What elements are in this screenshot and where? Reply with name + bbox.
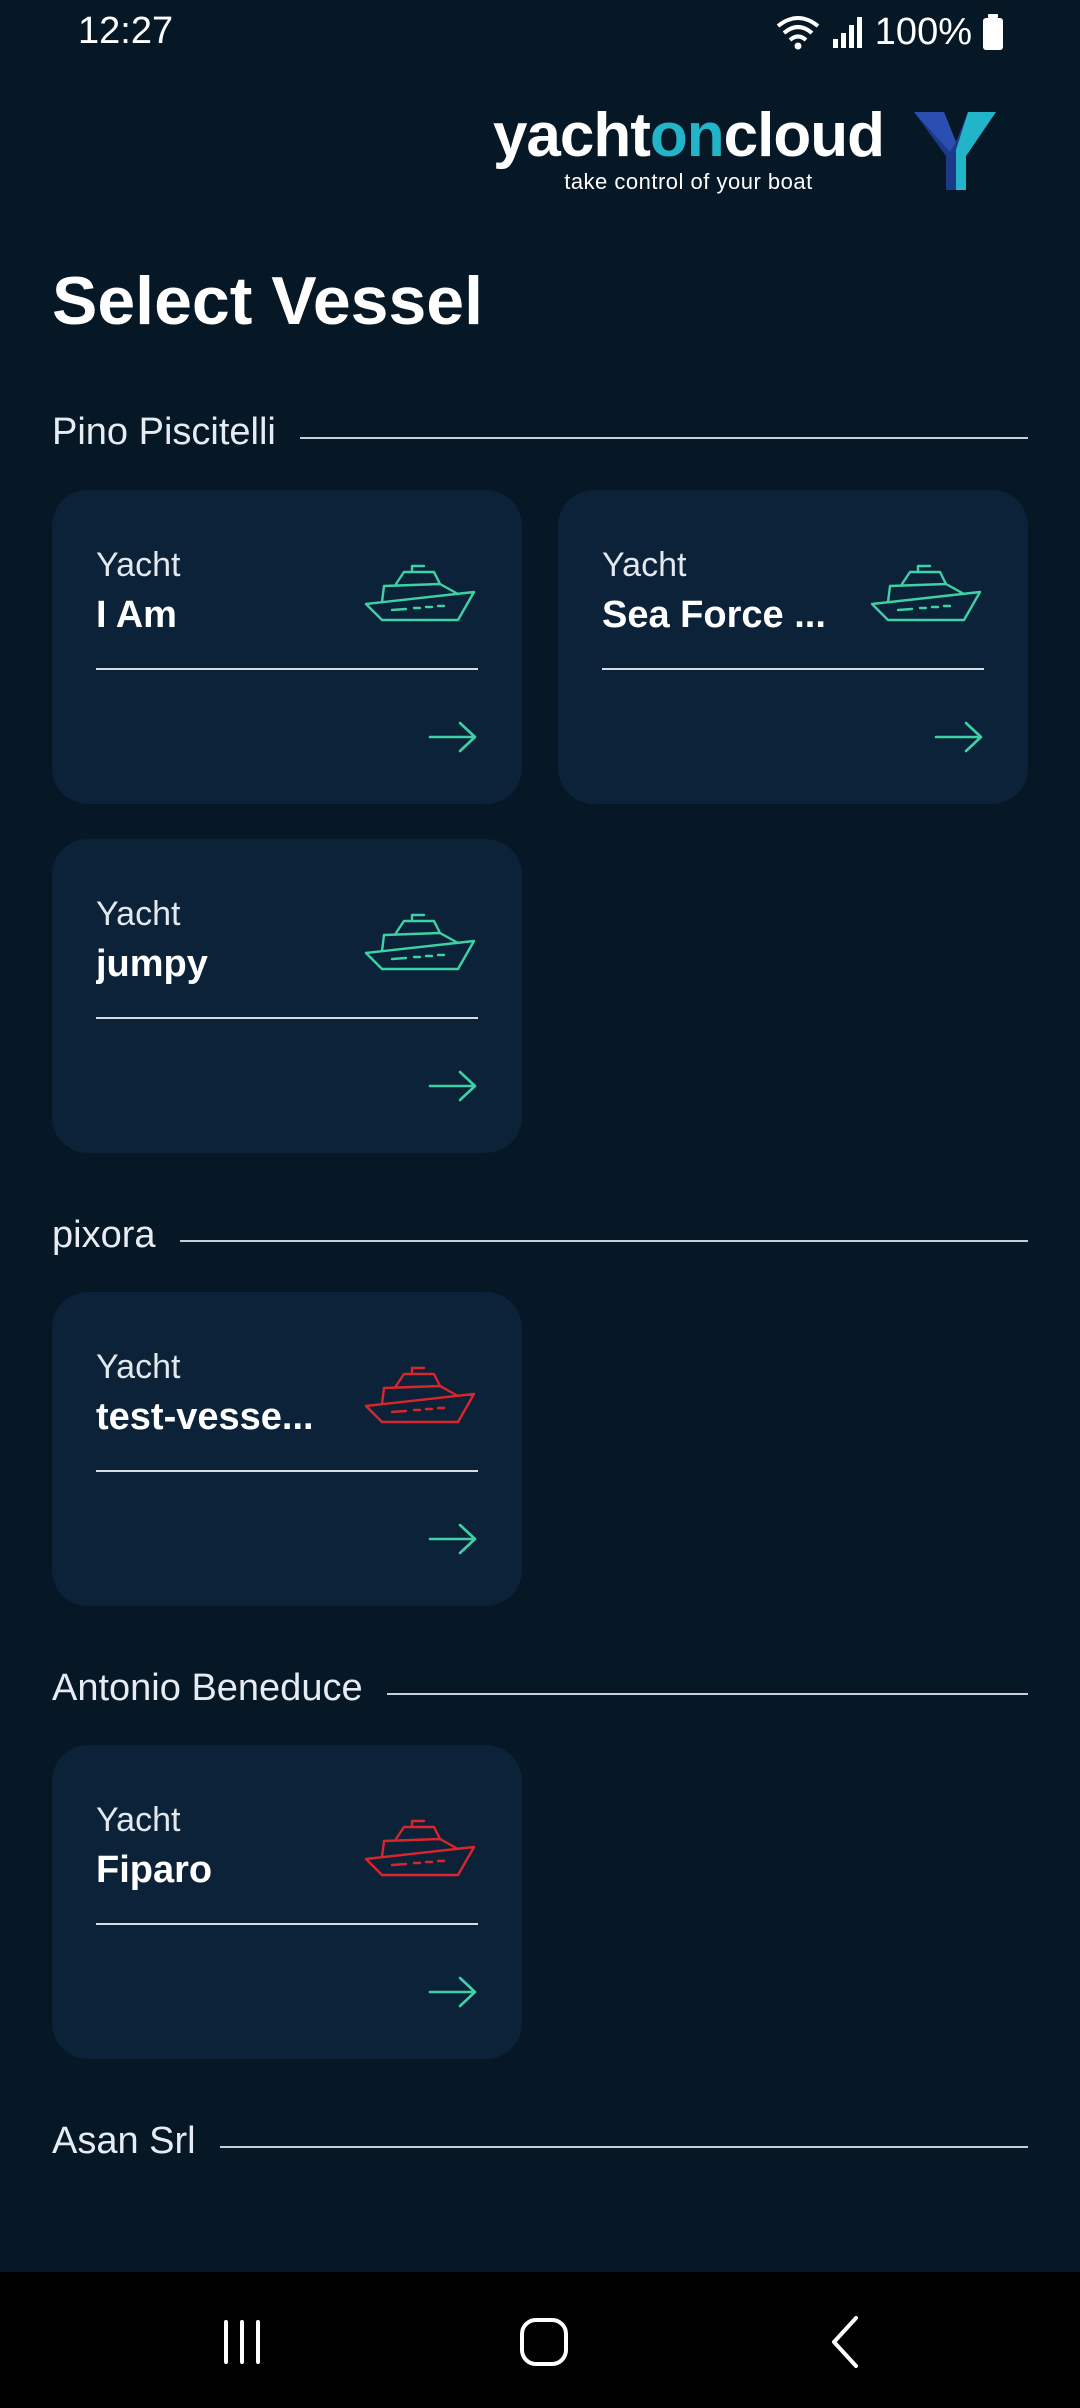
signal-icon (832, 17, 862, 48)
logo-wordmark: yachtoncloud take control of your boat (492, 101, 885, 195)
vessel-type: Yacht (96, 1348, 181, 1386)
section-divider (219, 2146, 1028, 2148)
yacht-icon (364, 913, 476, 971)
vessel-select-screen: 12:27 100% yachtoncloud take control of … (0, 0, 1080, 2408)
yacht-icon (364, 564, 476, 622)
vessel-card-sea-force[interactable]: Yacht Sea Force ... (558, 490, 1028, 804)
section-divider (299, 437, 1028, 439)
yacht-icon (870, 564, 982, 622)
status-bar: 12:27 100% (0, 0, 1080, 64)
wifi-icon (776, 16, 820, 50)
vessel-name: test-vesse... (96, 1396, 314, 1438)
vessel-card-fiparo[interactable]: Yacht Fiparo (52, 1745, 522, 2059)
section-header-pino-piscitelli: Pino Piscitelli (52, 407, 1028, 457)
yacht-icon (364, 1366, 476, 1424)
vessel-type: Yacht (602, 546, 687, 584)
vessel-card-test-vessel[interactable]: Yacht test-vesse... (52, 1292, 522, 1606)
status-icons: 100% (775, 10, 1004, 54)
vessel-card-i-am[interactable]: Yacht I Am (52, 490, 522, 804)
arrow-right-icon[interactable] (428, 1069, 478, 1103)
battery-icon (983, 14, 1003, 50)
vessel-name: jumpy (96, 943, 208, 985)
recent-apps-icon[interactable] (212, 2312, 272, 2372)
battery-percent: 100% (874, 10, 972, 53)
section-header-pixora: pixora (52, 1210, 1028, 1260)
section-owner: Pino Piscitelli (52, 410, 276, 453)
section-owner: Asan Srl (52, 2119, 196, 2162)
card-divider (602, 668, 984, 670)
yacht-icon (364, 1819, 476, 1877)
section-owner: pixora (52, 1213, 156, 1256)
logo-brand: yachtoncloud (492, 101, 885, 170)
card-divider (96, 1923, 478, 1925)
vessel-type: Yacht (96, 895, 181, 933)
section-header-antonio-beneduce: Antonio Beneduce (52, 1663, 1028, 1713)
page-title: Select Vessel (52, 263, 484, 339)
arrow-right-icon[interactable] (934, 720, 984, 754)
home-icon[interactable] (514, 2312, 574, 2372)
arrow-right-icon[interactable] (428, 720, 478, 754)
section-divider (179, 1240, 1028, 1242)
arrow-right-icon[interactable] (428, 1522, 478, 1556)
status-time: 12:27 (78, 10, 174, 52)
back-icon[interactable] (816, 2312, 876, 2372)
vessel-name: Sea Force ... (602, 594, 826, 636)
section-header-asan-srl: Asan Srl (52, 2116, 1028, 2166)
logo-tagline: take control of your boat (564, 169, 813, 194)
card-divider (96, 1470, 478, 1472)
card-divider (96, 668, 478, 670)
vessel-type: Yacht (96, 1801, 181, 1839)
vessel-card-jumpy[interactable]: Yacht jumpy (52, 839, 522, 1153)
vessel-name: I Am (96, 594, 177, 636)
section-owner: Antonio Beneduce (52, 1666, 363, 1709)
card-divider (96, 1017, 478, 1019)
section-divider (386, 1693, 1028, 1695)
arrow-right-icon[interactable] (428, 1975, 478, 2009)
vessel-name: Fiparo (96, 1849, 213, 1891)
yachtoncloud-logo: yachtoncloud take control of your boat (493, 100, 1000, 200)
system-nav-bar (0, 2272, 1080, 2408)
vessel-type: Yacht (96, 546, 181, 584)
logo-mark-icon (914, 112, 996, 190)
